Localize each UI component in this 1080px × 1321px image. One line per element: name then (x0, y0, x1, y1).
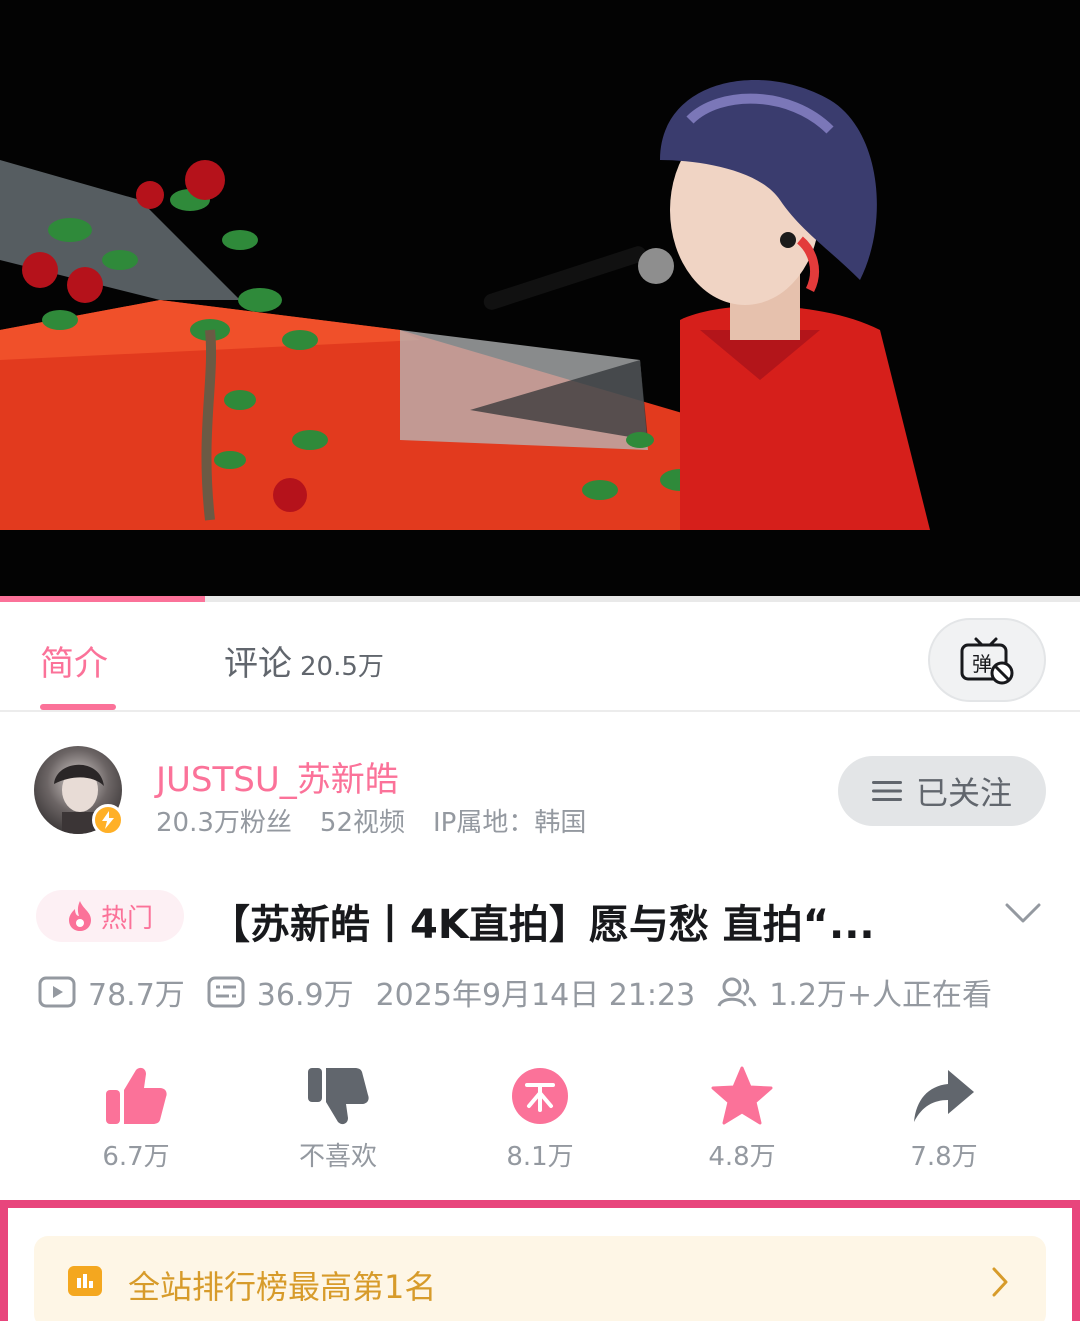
tab-intro-label: 简介 (40, 644, 108, 684)
dislike-button[interactable]: 不喜欢 (258, 1066, 418, 1173)
follow-label: 已关注 (915, 774, 1012, 812)
tab-bar: 简介 评论 20.5万 弹 (0, 602, 1080, 712)
coin-count: 8.1万 (506, 1142, 574, 1172)
ranking-label: 全站排行榜最高第1名 (128, 1268, 437, 1306)
svg-text:弹: 弹 (972, 652, 992, 676)
chevron-right-icon (992, 1267, 1008, 1297)
ranking-banner[interactable]: 全站排行榜最高第1名 (34, 1236, 1046, 1321)
coin-icon (512, 1068, 568, 1124)
thumbs-down-icon (308, 1068, 369, 1125)
danmaku-toggle-button[interactable]: 弹 (928, 618, 1046, 702)
uploader-meta: 20.3万粉丝 52视频 IP属地：韩国 (156, 802, 614, 839)
danmaku-off-icon: 弹 (960, 637, 1014, 685)
share-count: 7.8万 (910, 1142, 978, 1172)
video-frame-image (0, 0, 1080, 600)
favorite-count: 4.8万 (708, 1142, 776, 1172)
thumbs-up-icon (106, 1067, 167, 1124)
like-button[interactable]: 6.7万 (56, 1066, 216, 1173)
verified-badge-icon (92, 804, 124, 836)
coin-button[interactable]: 8.1万 (460, 1066, 620, 1173)
video-player[interactable] (0, 0, 1080, 600)
like-count: 6.7万 (102, 1142, 170, 1172)
tab-intro[interactable]: 简介 (40, 636, 108, 685)
view-count: 78.7万 (38, 970, 185, 1014)
view-count-value: 78.7万 (88, 978, 185, 1013)
ranking-chart-icon (68, 1266, 102, 1296)
chevron-down-icon[interactable] (1004, 902, 1042, 924)
publish-date-value: 2025年9月14日 21:23 (375, 978, 696, 1013)
star-icon (711, 1066, 773, 1125)
watching-count-value: 1.2万+人正在看 (769, 978, 993, 1013)
people-icon (717, 977, 757, 1007)
follow-button[interactable]: 已关注 (838, 756, 1046, 826)
watching-count: 1.2万+人正在看 (717, 970, 992, 1014)
tab-comments-label: 评论 (224, 644, 292, 684)
video-title[interactable]: 【苏新皓丨4K直拍】愿与愁 直拍“... (210, 892, 950, 950)
uploader-fans: 20.3万粉丝 (156, 808, 292, 838)
flame-icon (68, 901, 91, 931)
tab-active-indicator (40, 704, 116, 710)
menu-icon (871, 781, 902, 801)
danmaku-count-value: 36.9万 (256, 978, 354, 1013)
uploader-ip: IP属地：韩国 (433, 808, 587, 838)
favorite-button[interactable]: 4.8万 (662, 1066, 822, 1173)
video-stats: 78.7万 36.9万 2025年9月14日 21:23 1.2万+人正在看 (38, 970, 1014, 1014)
danmaku-count: 36.9万 (207, 970, 354, 1014)
tab-comments-count: 20.5万 (300, 652, 384, 682)
danmaku-count-icon (207, 976, 245, 1008)
uploader-name[interactable]: JUSTSU_苏新皓 (156, 752, 399, 801)
tab-comments[interactable]: 评论 20.5万 (224, 636, 384, 685)
play-count-icon (38, 976, 76, 1008)
share-button[interactable]: 7.8万 (864, 1066, 1024, 1173)
hot-label: 热门 (100, 903, 153, 934)
uploader-videos: 52视频 (319, 808, 405, 838)
publish-date: 2025年9月14日 21:23 (376, 970, 696, 1014)
hot-badge[interactable]: 热门 (36, 890, 184, 942)
dislike-label: 不喜欢 (298, 1142, 377, 1172)
share-icon (914, 1070, 974, 1122)
action-bar: 6.7万 不喜欢 8.1万 4.8万 7.8万 (0, 1066, 1080, 1190)
